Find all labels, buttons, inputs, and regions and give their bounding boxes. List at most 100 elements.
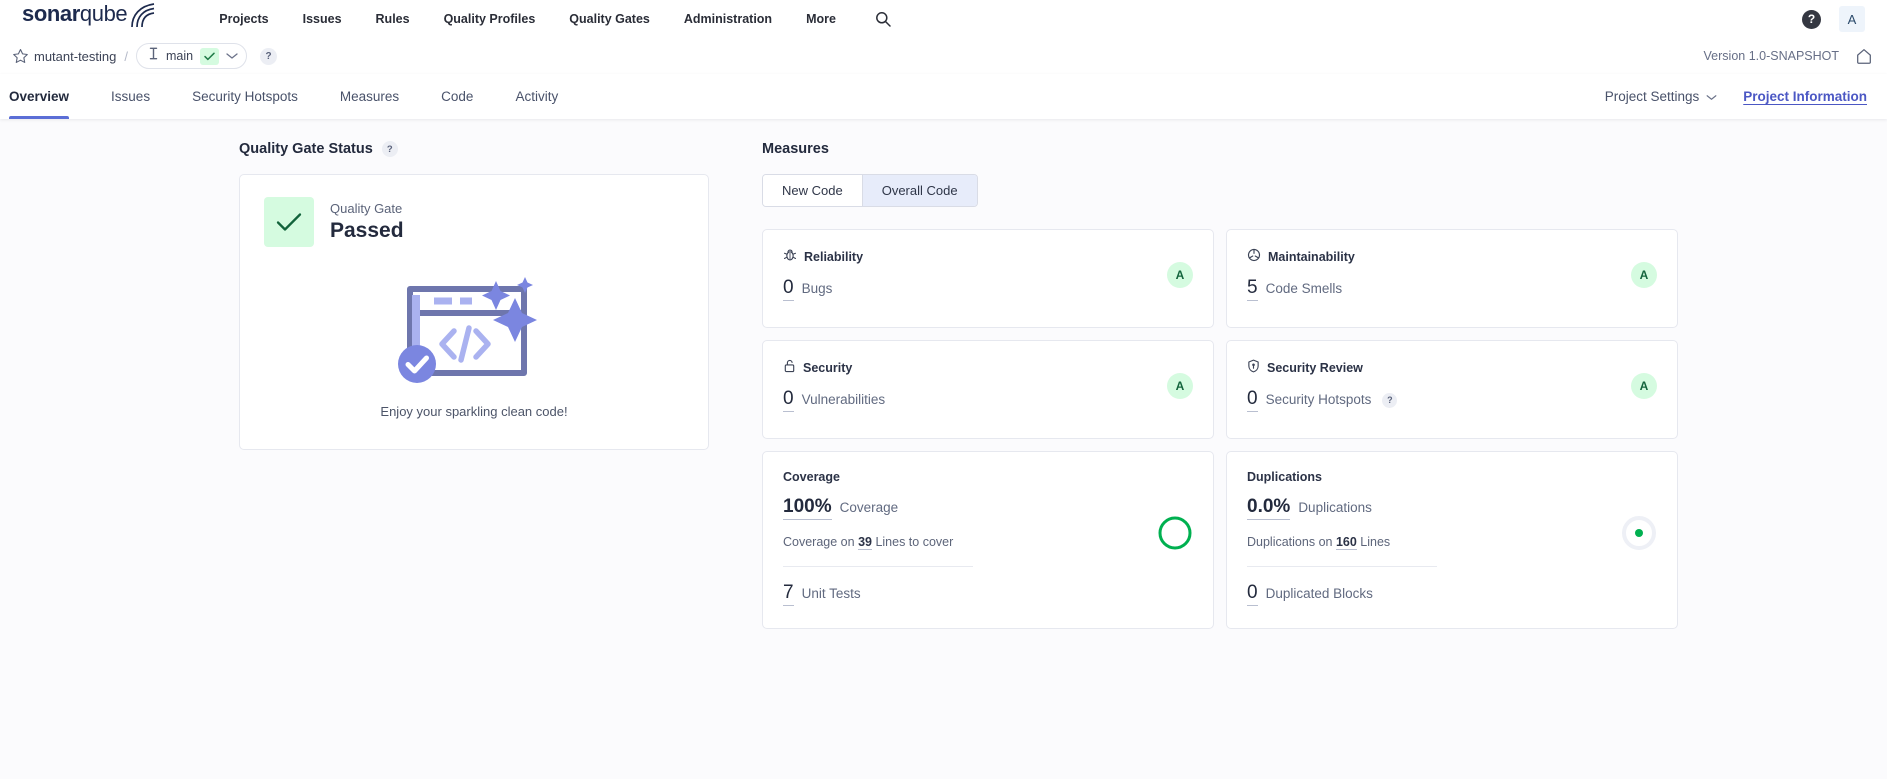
branch-help-icon[interactable]: ? — [260, 47, 278, 65]
logo-text-light: qube — [79, 0, 128, 26]
quality-gate-title-text: Quality Gate Status — [239, 141, 373, 157]
measures-column: Measures New Code Overall Code Reliabili… — [750, 141, 1887, 629]
measures-section-title: Measures — [762, 141, 1887, 157]
security-review-rating-badge[interactable]: A — [1631, 373, 1657, 399]
coverage-unit-tests: 7 Unit Tests — [783, 582, 1193, 606]
maintainability-metric: 5 Code Smells — [1247, 277, 1657, 301]
reliability-metric: 0 Bugs — [783, 277, 1193, 301]
search-icon[interactable] — [873, 9, 893, 29]
breadcrumb-project-name[interactable]: mutant-testing — [34, 49, 116, 64]
coverage-metric: 100% Coverage — [783, 496, 1193, 520]
duplications-lines-value[interactable]: 160 — [1335, 534, 1357, 550]
security-review-value[interactable]: 0 — [1247, 388, 1258, 412]
duplications-value[interactable]: 0.0% — [1247, 496, 1291, 520]
coverage-donut — [1157, 515, 1193, 556]
coverage-lines-to-cover-value[interactable]: 39 — [858, 534, 872, 550]
branch-icon — [148, 46, 159, 66]
quality-gate-texts: Quality Gate Passed — [330, 200, 404, 244]
branch-selector[interactable]: main — [136, 43, 248, 69]
lock-icon — [783, 359, 796, 376]
quality-gate-status: Passed — [330, 218, 404, 242]
star-icon[interactable] — [8, 44, 32, 68]
project-information-link[interactable]: Project Information — [1743, 89, 1867, 104]
security-value[interactable]: 0 — [783, 388, 794, 412]
overview-page: Quality Gate Status ? Quality Gate Passe… — [0, 119, 1887, 629]
shield-icon — [1247, 359, 1260, 376]
coverage-sub-prefix: Coverage on — [783, 534, 855, 549]
duplicated-blocks: 0 Duplicated Blocks — [1247, 582, 1657, 606]
breadcrumb-right: Version 1.0-SNAPSHOT — [1704, 47, 1873, 65]
quality-gate-card: Quality Gate Passed Enjoy your sparkling… — [239, 174, 709, 450]
unit-tests-label: Unit Tests — [801, 585, 861, 601]
coverage-divider — [783, 565, 973, 567]
tab-activity[interactable]: Activity — [494, 74, 579, 119]
coverage-unit: Coverage — [839, 500, 899, 515]
nav-item-quality-profiles[interactable]: Quality Profiles — [427, 0, 553, 38]
duplicated-blocks-value[interactable]: 0 — [1247, 582, 1258, 606]
tab-security-hotspots[interactable]: Security Hotspots — [171, 74, 319, 119]
security-card-header: Security — [783, 359, 1193, 376]
logo-text-bold: sonar — [22, 0, 80, 26]
quality-gate-section-title: Quality Gate Status ? — [239, 141, 750, 157]
toggle-new-code[interactable]: New Code — [763, 175, 862, 206]
measure-card-coverage: Coverage 100% Coverage Coverage on 39 Li… — [762, 451, 1214, 629]
security-hotspots-help-icon[interactable]: ? — [1382, 392, 1398, 408]
logo-wave-icon — [128, 2, 158, 34]
chevron-down-icon — [226, 47, 238, 65]
coverage-card-header: Coverage — [783, 470, 1193, 484]
coverage-title: Coverage — [783, 470, 840, 484]
reliability-card-header: Reliability — [783, 248, 1193, 265]
nav-item-administration[interactable]: Administration — [667, 0, 789, 38]
security-rating-badge[interactable]: A — [1167, 373, 1193, 399]
nav-item-issues[interactable]: Issues — [286, 0, 359, 38]
branch-name: main — [166, 49, 194, 63]
measures-title-text: Measures — [762, 141, 829, 157]
maintainability-rating-badge[interactable]: A — [1631, 262, 1657, 288]
measure-card-security-review: Security Review 0 Security Hotspots ? A — [1226, 340, 1678, 439]
clean-code-illustration — [264, 271, 684, 386]
duplications-dot — [1621, 515, 1657, 556]
home-icon[interactable] — [1855, 47, 1873, 65]
breadcrumb: mutant-testing / main ? Version 1.0-SNAP… — [0, 38, 1887, 74]
help-icon[interactable]: ? — [1802, 9, 1821, 29]
reliability-unit: Bugs — [801, 281, 833, 296]
security-review-unit: Security Hotspots — [1265, 392, 1372, 407]
tab-measures[interactable]: Measures — [319, 74, 420, 119]
coverage-value[interactable]: 100% — [783, 496, 832, 520]
code-smell-icon — [1247, 248, 1261, 265]
avatar[interactable]: A — [1839, 6, 1865, 32]
maintainability-title: Maintainability — [1268, 249, 1355, 264]
maintainability-value[interactable]: 5 — [1247, 277, 1258, 301]
quality-gate-status-icon — [264, 197, 314, 247]
duplications-sub-prefix: Duplications on — [1247, 534, 1333, 549]
global-nav-right: ? A — [1802, 6, 1865, 32]
nav-item-more[interactable]: More — [789, 0, 853, 38]
reliability-rating-badge[interactable]: A — [1167, 262, 1193, 288]
reliability-value[interactable]: 0 — [783, 277, 794, 301]
duplicated-blocks-label: Duplicated Blocks — [1265, 585, 1373, 601]
duplications-card-header: Duplications — [1247, 470, 1657, 484]
sonarqube-logo[interactable]: sonarqube — [22, 0, 158, 34]
chevron-down-icon — [1706, 89, 1717, 104]
nav-item-quality-gates[interactable]: Quality Gates — [552, 0, 667, 38]
tab-code[interactable]: Code — [420, 74, 494, 119]
reliability-title: Reliability — [804, 249, 864, 264]
toggle-overall-code[interactable]: Overall Code — [861, 175, 977, 206]
duplications-title: Duplications — [1247, 470, 1323, 484]
nav-item-rules[interactable]: Rules — [359, 0, 427, 38]
tab-overview[interactable]: Overview — [0, 74, 90, 119]
measure-card-maintainability: Maintainability 5 Code Smells A — [1226, 229, 1678, 328]
bug-icon — [783, 248, 797, 265]
code-scope-toggle: New Code Overall Code — [762, 174, 978, 207]
quality-gate-help-icon[interactable]: ? — [381, 141, 398, 157]
measure-card-security: Security 0 Vulnerabilities A — [762, 340, 1214, 439]
project-tabs: Overview Issues Security Hotspots Measur… — [0, 74, 1887, 119]
nav-item-projects[interactable]: Projects — [202, 0, 285, 38]
security-review-card-header: Security Review — [1247, 359, 1657, 376]
maintainability-card-header: Maintainability — [1247, 248, 1657, 265]
quality-gate-column: Quality Gate Status ? Quality Gate Passe… — [0, 141, 750, 629]
project-settings-menu[interactable]: Project Settings — [1605, 89, 1718, 104]
tab-issues[interactable]: Issues — [90, 74, 171, 119]
unit-tests-value[interactable]: 7 — [783, 582, 794, 606]
project-version: Version 1.0-SNAPSHOT — [1703, 49, 1839, 63]
